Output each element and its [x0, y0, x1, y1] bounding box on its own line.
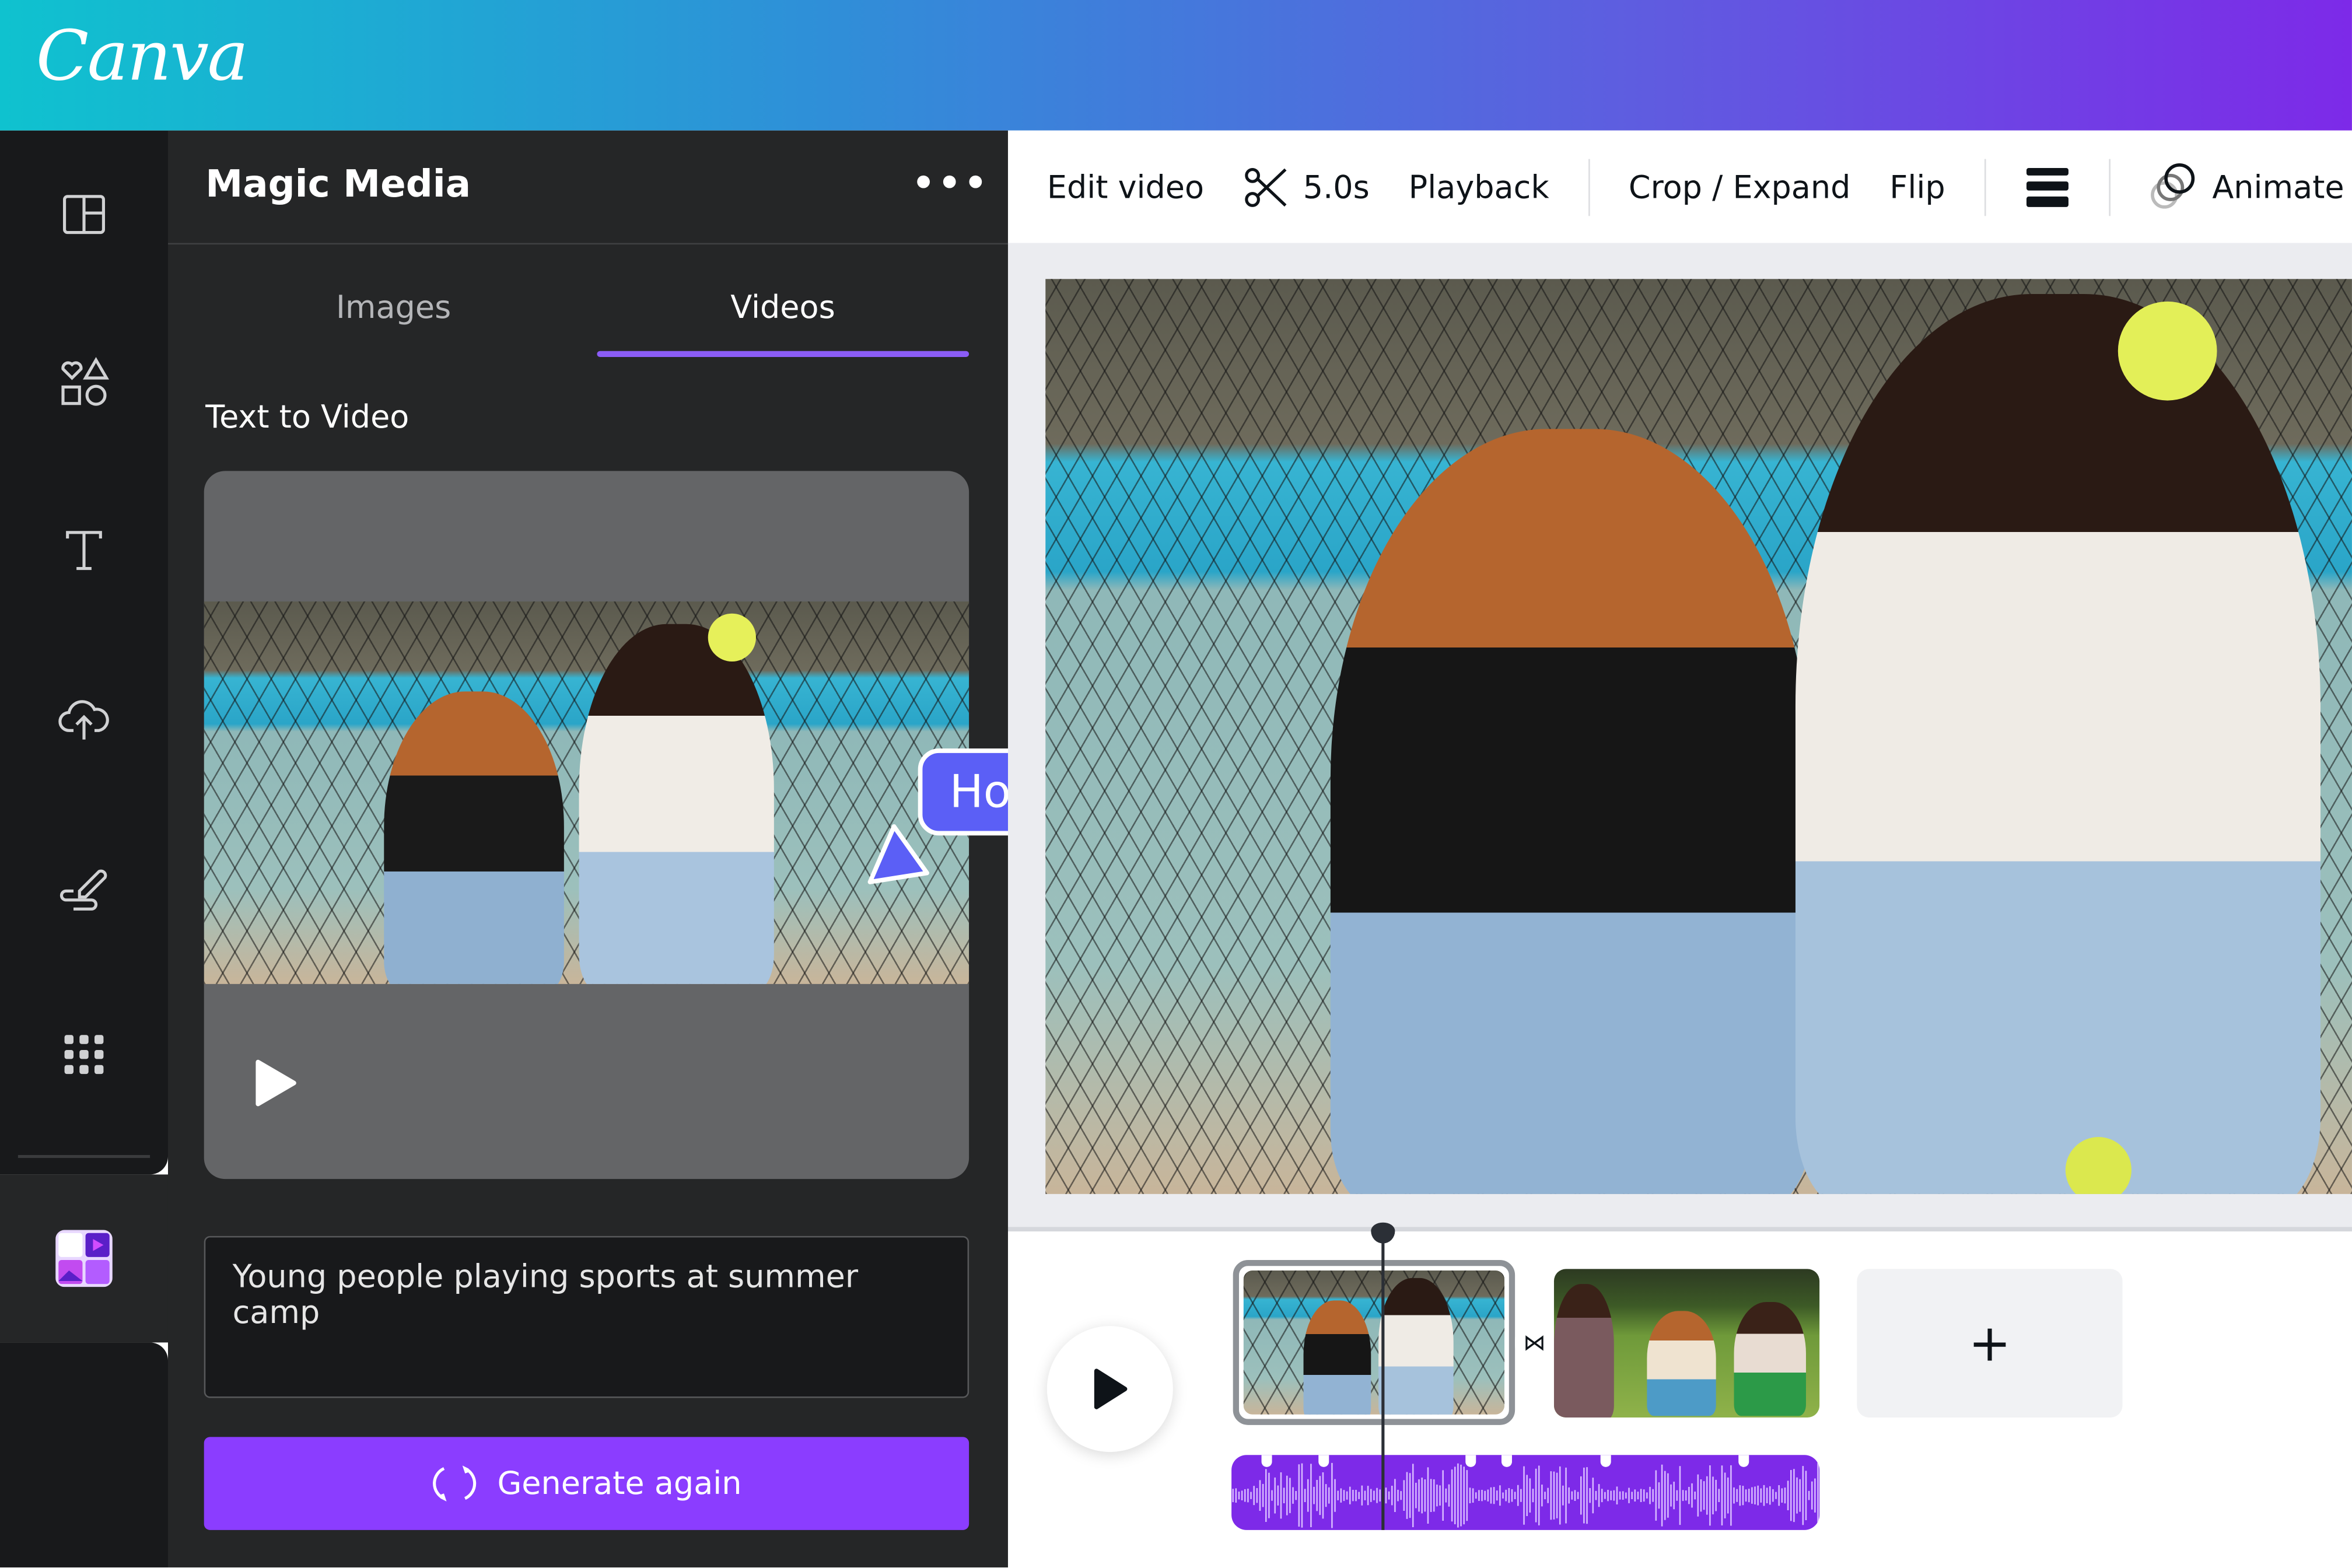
rail-bottom — [0, 1342, 168, 1568]
edit-video-button[interactable]: Edit video — [1047, 169, 1204, 205]
top-header: Canva — [0, 0, 2352, 131]
editor-toolbar: Edit video 5.0s Playback Crop / Expand F… — [1007, 130, 2352, 243]
upload-cloud-icon[interactable] — [54, 688, 114, 748]
active-tab-indicator — [597, 351, 970, 357]
rail-divider — [18, 1154, 150, 1158]
timeline-border — [1007, 1227, 2352, 1232]
magic-media-app-icon[interactable] — [54, 1228, 114, 1289]
canvas-video[interactable] — [1045, 279, 2352, 1194]
timeline-clip-2[interactable] — [1553, 1269, 1820, 1418]
prompt-input[interactable]: Young people playing sports at summer ca… — [204, 1236, 970, 1398]
beat-marker — [1600, 1455, 1611, 1467]
timeline-clip-1[interactable] — [1233, 1259, 1516, 1425]
clip-thumbnail — [1243, 1270, 1505, 1415]
crop-expand-label: Crop / Expand — [1628, 169, 1851, 205]
tab-videos[interactable]: Videos — [730, 289, 835, 326]
animate-icon — [2150, 162, 2194, 208]
toolbar-divider — [1984, 158, 1986, 215]
generate-again-button[interactable]: Generate again — [204, 1437, 970, 1530]
animate-button[interactable]: Animate — [2149, 161, 2344, 212]
flip-label: Flip — [1889, 169, 1945, 205]
play-icon[interactable] — [255, 1059, 297, 1107]
toolbar-divider — [2108, 158, 2110, 215]
toolbar-divider — [1588, 158, 1590, 215]
section-title: Text to Video — [205, 398, 410, 435]
beat-marker — [1261, 1455, 1272, 1467]
transition-button[interactable]: ⋈ — [1515, 1320, 1554, 1365]
trim-button[interactable]: 5.0s — [1243, 166, 1370, 208]
playhead[interactable] — [1381, 1236, 1385, 1530]
layout-icon[interactable] — [54, 184, 114, 244]
sidebar-rail — [0, 130, 168, 1175]
elements-icon[interactable] — [54, 352, 114, 412]
playback-label: Playback — [1408, 169, 1549, 205]
timeline-play-button[interactable] — [1046, 1326, 1173, 1452]
panel-title: Magic Media — [205, 162, 471, 206]
waveform-path — [1232, 1462, 1819, 1528]
text-icon[interactable] — [54, 520, 114, 580]
playback-button[interactable]: Playback — [1409, 169, 1549, 205]
beat-marker — [1318, 1455, 1329, 1467]
add-clip-button[interactable]: + — [1857, 1269, 2123, 1418]
collaborator-cursor-icon — [867, 824, 929, 884]
animate-label: Animate — [2212, 169, 2344, 205]
generated-video-preview[interactable] — [204, 471, 970, 1180]
more-options-button[interactable]: ••• — [912, 162, 990, 204]
canva-logo[interactable]: Canva — [36, 15, 249, 96]
duration-label: 5.0s — [1303, 169, 1370, 205]
generate-again-label: Generate again — [497, 1465, 742, 1502]
bowtie-icon: ⋈ — [1523, 1329, 1546, 1356]
play-icon — [1094, 1368, 1128, 1409]
apps-grid-icon[interactable] — [54, 1024, 114, 1084]
edit-video-label: Edit video — [1046, 169, 1205, 205]
panel-divider — [167, 243, 1008, 245]
arrange-button[interactable] — [2025, 166, 2070, 208]
scissors-icon — [1244, 167, 1286, 206]
beat-marker — [1738, 1455, 1749, 1467]
audio-track[interactable] — [1231, 1455, 1820, 1530]
tab-images[interactable]: Images — [336, 289, 451, 326]
draw-icon[interactable] — [54, 856, 114, 916]
beat-marker — [1501, 1455, 1512, 1467]
video-thumbnail — [204, 601, 970, 984]
crop-expand-button[interactable]: Crop / Expand — [1629, 169, 1851, 205]
layers-icon — [2026, 167, 2068, 206]
audio-waveform — [1232, 1455, 1819, 1528]
active-app-slot — [0, 1174, 168, 1343]
flip-button[interactable]: Flip — [1889, 169, 1945, 205]
refresh-icon — [432, 1465, 475, 1502]
beat-marker — [1465, 1455, 1476, 1467]
